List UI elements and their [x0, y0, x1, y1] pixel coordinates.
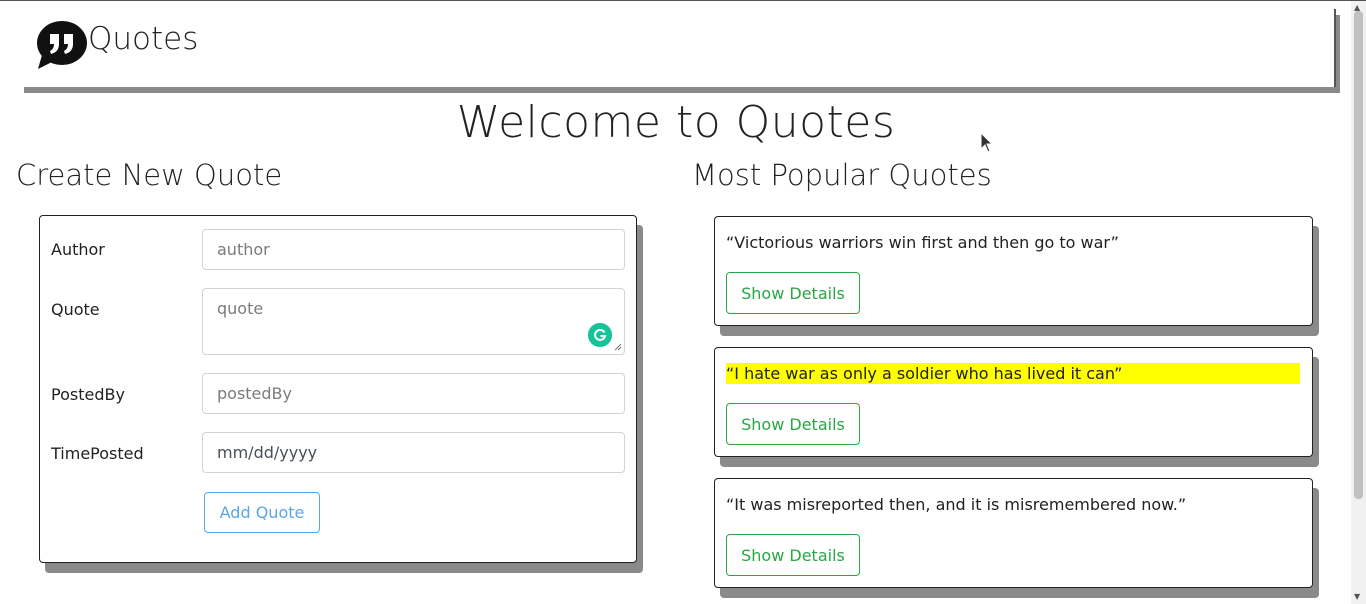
mouse-cursor-icon [980, 132, 994, 153]
vertical-scrollbar[interactable]: ▲ ▼ [1351, 1, 1366, 604]
quote-text-highlighted: “I hate war as only a soldier who has li… [726, 363, 1300, 384]
quote-text: “It was misreported then, and it is misr… [726, 495, 1187, 514]
quote-bubble-icon[interactable] [36, 19, 88, 71]
timeposted-date-input[interactable]: mm/dd/yyyy [202, 432, 625, 473]
show-details-button[interactable]: Show Details [726, 403, 860, 445]
quote-card: “It was misreported then, and it is misr… [714, 478, 1313, 588]
show-details-button[interactable]: Show Details [726, 534, 860, 576]
create-quote-heading: Create New Quote [16, 158, 283, 192]
postedby-input[interactable] [202, 373, 625, 414]
add-quote-button[interactable]: Add Quote [204, 492, 320, 533]
date-placeholder: mm/dd/yyyy [217, 443, 318, 462]
scroll-down-arrow-icon[interactable]: ▼ [1354, 592, 1360, 601]
scroll-thumb[interactable] [1354, 11, 1363, 499]
author-input[interactable] [202, 229, 625, 270]
navbar: Quotes [20, 9, 1336, 87]
show-details-button[interactable]: Show Details [726, 272, 860, 314]
brand-title[interactable]: Quotes [88, 21, 198, 57]
timeposted-label: TimePosted [51, 444, 144, 463]
popular-quotes-heading: Most Popular Quotes [692, 158, 992, 192]
grammarly-icon[interactable] [588, 323, 612, 347]
create-quote-form: Author Quote PostedBy TimePosted mm/dd/y… [39, 215, 637, 563]
quote-text: “Victorious warriors win first and then … [726, 233, 1119, 252]
quote-card: “I hate war as only a soldier who has li… [714, 347, 1313, 457]
quote-textarea[interactable] [202, 288, 625, 355]
resize-grip-icon[interactable] [614, 343, 622, 351]
quote-label: Quote [51, 300, 100, 319]
quote-card: “Victorious warriors win first and then … [714, 216, 1313, 326]
page-title: Welcome to Quotes [456, 97, 896, 148]
postedby-label: PostedBy [51, 385, 125, 404]
author-label: Author [51, 240, 105, 259]
